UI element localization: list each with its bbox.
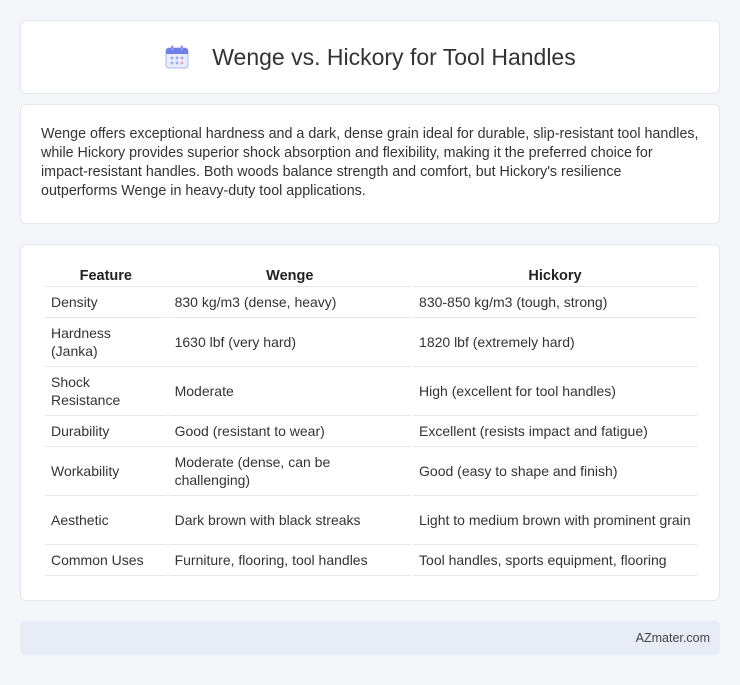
- wenge-cell: 830 kg/m3 (dense, heavy): [168, 287, 412, 318]
- page-title: Wenge vs. Hickory for Tool Handles: [212, 43, 576, 70]
- comparison-table: Feature Wenge Hickory Density 830 kg/m3 …: [43, 263, 699, 576]
- feature-cell: Shock Resistance: [45, 367, 167, 416]
- table-row: Density 830 kg/m3 (dense, heavy) 830-850…: [45, 287, 697, 318]
- wenge-cell: Moderate (dense, can be challenging): [168, 447, 412, 496]
- summary-card: Wenge offers exceptional hardness and a …: [20, 104, 720, 224]
- hickory-cell: High (excellent for tool handles): [413, 367, 697, 416]
- wenge-cell: 1630 lbf (very hard): [168, 318, 412, 367]
- table-header-row: Feature Wenge Hickory: [45, 263, 697, 287]
- header-wenge: Wenge: [168, 263, 412, 287]
- title-card: Wenge vs. Hickory for Tool Handles: [20, 20, 720, 94]
- table-row: Durability Good (resistant to wear) Exce…: [45, 416, 697, 447]
- footer: AZmater.com: [20, 621, 720, 655]
- hickory-cell: Good (easy to shape and finish): [413, 447, 697, 496]
- table-row: Shock Resistance Moderate High (excellen…: [45, 367, 697, 416]
- footer-brand: AZmater.com: [635, 631, 710, 645]
- wenge-cell: Furniture, flooring, tool handles: [168, 545, 412, 576]
- feature-cell: Density: [45, 287, 167, 318]
- feature-cell: Hardness (Janka): [45, 318, 167, 367]
- header-feature: Feature: [45, 263, 167, 287]
- feature-cell: Durability: [45, 416, 167, 447]
- wenge-cell: Good (resistant to wear): [168, 416, 412, 447]
- calendar-icon: [164, 44, 190, 70]
- summary-text: Wenge offers exceptional hardness and a …: [41, 126, 699, 199]
- table-row: Workability Moderate (dense, can be chal…: [45, 447, 697, 496]
- table-row: Common Uses Furniture, flooring, tool ha…: [45, 545, 697, 576]
- title-wrap: Wenge vs. Hickory for Tool Handles: [164, 43, 576, 71]
- wenge-cell: Dark brown with black streaks: [168, 496, 412, 545]
- hickory-cell: Tool handles, sports equipment, flooring: [413, 545, 697, 576]
- header-hickory: Hickory: [413, 263, 697, 287]
- hickory-cell: Excellent (resists impact and fatigue): [413, 416, 697, 447]
- feature-cell: Workability: [45, 447, 167, 496]
- table-row: Aesthetic Dark brown with black streaks …: [45, 496, 697, 545]
- hickory-cell: Light to medium brown with prominent gra…: [413, 496, 697, 545]
- comparison-card: Feature Wenge Hickory Density 830 kg/m3 …: [20, 244, 720, 601]
- table-row: Hardness (Janka) 1630 lbf (very hard) 18…: [45, 318, 697, 367]
- hickory-cell: 1820 lbf (extremely hard): [413, 318, 697, 367]
- wenge-cell: Moderate: [168, 367, 412, 416]
- feature-cell: Common Uses: [45, 545, 167, 576]
- feature-cell: Aesthetic: [45, 496, 167, 545]
- hickory-cell: 830-850 kg/m3 (tough, strong): [413, 287, 697, 318]
